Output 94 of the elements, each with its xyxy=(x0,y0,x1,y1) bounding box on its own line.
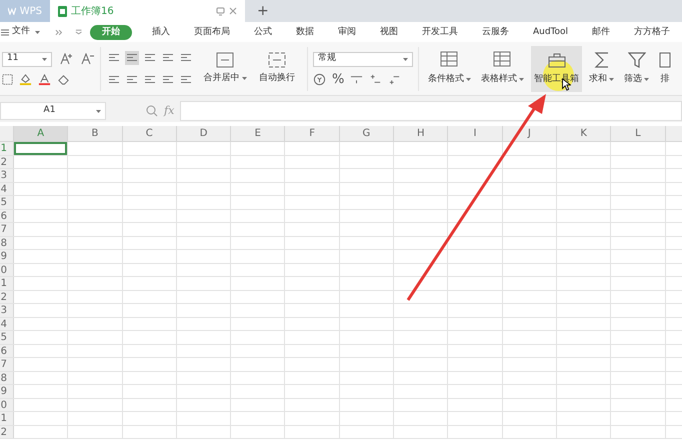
name-box[interactable]: A1 xyxy=(0,102,106,120)
column-header[interactable]: E xyxy=(231,126,286,141)
row-header[interactable]: 8 xyxy=(0,372,14,384)
fill-color-icon[interactable] xyxy=(19,72,32,86)
border-icon[interactable] xyxy=(2,74,13,84)
increase-decimal-icon[interactable] xyxy=(369,72,382,86)
column-header[interactable]: J xyxy=(502,126,557,141)
font-color-icon[interactable] xyxy=(38,72,51,86)
menu-icon xyxy=(1,28,9,36)
ribbon-button[interactable]: 表格样式 xyxy=(478,46,527,92)
row-header[interactable]: 4 xyxy=(0,182,14,195)
restore-icon[interactable] xyxy=(216,6,225,16)
row-header[interactable]: 1 xyxy=(0,412,14,424)
tab-title: WPS xyxy=(20,4,42,18)
close-icon[interactable] xyxy=(229,7,237,15)
percent-style-button[interactable]: % xyxy=(332,72,344,86)
ribbon-tab[interactable]: 页面布局 xyxy=(184,24,240,40)
currency-icon[interactable] xyxy=(313,72,326,86)
ribbon-tab[interactable]: 云服务 xyxy=(472,24,519,40)
row-header[interactable]: 6 xyxy=(0,210,14,222)
font-size-field[interactable]: 11 xyxy=(2,52,52,66)
eraser-icon[interactable] xyxy=(57,72,70,86)
increase-font-icon[interactable] xyxy=(60,53,73,65)
wrap-text-icon xyxy=(268,52,286,68)
row-header[interactable]: 6 xyxy=(0,344,14,357)
row-header[interactable]: 1 xyxy=(0,142,14,154)
toolbox-icon xyxy=(546,50,566,69)
ribbon-button[interactable]: 条件格式 xyxy=(425,46,474,92)
row-header[interactable]: 3 xyxy=(0,169,14,182)
ribbon-tab[interactable]: 审阅 xyxy=(328,24,366,40)
row-header[interactable]: 7 xyxy=(0,223,14,236)
column-header[interactable]: F xyxy=(285,126,340,141)
number-format-field[interactable]: 常规 xyxy=(313,52,413,66)
filter-icon xyxy=(628,50,646,69)
row-header[interactable]: 4 xyxy=(0,318,14,330)
ribbon-tab[interactable]: 开始 xyxy=(90,24,132,40)
table-icon xyxy=(492,50,512,69)
ribbon-tab[interactable]: 插入 xyxy=(142,24,180,40)
zoom-icon[interactable] xyxy=(146,105,158,117)
row-header[interactable]: 0 xyxy=(0,398,14,411)
spreadsheet-icon xyxy=(58,6,67,16)
ribbon-tab[interactable]: AudTool xyxy=(522,24,578,40)
ribbon-tab[interactable]: 方方格子 xyxy=(624,24,680,40)
caret-icon xyxy=(403,58,408,60)
ribbon-tab[interactable]: 开发工具 xyxy=(412,24,468,40)
column-header[interactable]: L xyxy=(611,126,666,141)
ribbon-button[interactable]: 排 xyxy=(656,46,674,92)
decrease-font-icon[interactable] xyxy=(81,53,94,65)
wps-logo-icon xyxy=(8,7,16,15)
tab-title: 工作簿16 xyxy=(71,4,114,18)
row-header[interactable]: 9 xyxy=(0,385,14,398)
function-button[interactable]: fx xyxy=(164,102,174,120)
column-header[interactable]: C xyxy=(122,126,177,141)
dropdown-icon[interactable] xyxy=(74,29,82,35)
row-header[interactable]: 1 xyxy=(0,277,14,290)
ribbon-tab[interactable]: 邮件 xyxy=(582,24,620,40)
column-header[interactable]: A xyxy=(14,126,68,141)
ribbon-tab[interactable]: 公式 xyxy=(244,24,282,40)
sum-icon xyxy=(592,50,610,69)
more-icon[interactable] xyxy=(55,28,63,36)
ribbon-tab[interactable]: 数据 xyxy=(286,24,324,40)
caret-icon xyxy=(35,30,40,34)
row-header[interactable]: 0 xyxy=(0,264,14,276)
row-header[interactable]: 9 xyxy=(0,250,14,262)
column-header[interactable]: K xyxy=(556,126,612,141)
column-header[interactable]: D xyxy=(176,126,232,141)
row-header[interactable]: 5 xyxy=(0,196,14,208)
column-header[interactable]: H xyxy=(394,126,448,141)
merge-cells-icon xyxy=(216,52,234,68)
formula-input[interactable] xyxy=(180,101,682,121)
ribbon-button[interactable]: 筛选 xyxy=(621,46,652,92)
ribbon-button[interactable]: 求和 xyxy=(586,46,617,92)
row-header[interactable]: 8 xyxy=(0,236,14,249)
sort-icon xyxy=(659,50,671,69)
new-tab-button[interactable]: + xyxy=(245,0,281,22)
row-header[interactable]: 2 xyxy=(0,426,14,438)
row-header[interactable]: 2 xyxy=(0,290,14,303)
row-header[interactable]: 5 xyxy=(0,331,14,344)
row-header[interactable]: 7 xyxy=(0,358,14,370)
column-header[interactable]: G xyxy=(340,126,394,141)
file-menu[interactable]: 文件 xyxy=(0,25,56,39)
column-header[interactable]: I xyxy=(448,126,503,141)
caret-icon xyxy=(42,58,47,60)
ribbon-button[interactable]: 自动换行 xyxy=(251,52,303,86)
column-header[interactable]: B xyxy=(68,126,123,141)
row-header[interactable]: 3 xyxy=(0,304,14,316)
document-tab[interactable]: 工作簿16 xyxy=(50,0,245,22)
table-icon xyxy=(440,50,460,69)
caret-icon xyxy=(96,110,101,112)
align-icon[interactable] xyxy=(125,50,139,64)
ribbon-button[interactable]: 合并居中 xyxy=(199,52,251,86)
selected-cell[interactable] xyxy=(14,142,68,154)
row-header[interactable]: 2 xyxy=(0,156,14,168)
ribbon-tab[interactable]: 视图 xyxy=(370,24,408,40)
